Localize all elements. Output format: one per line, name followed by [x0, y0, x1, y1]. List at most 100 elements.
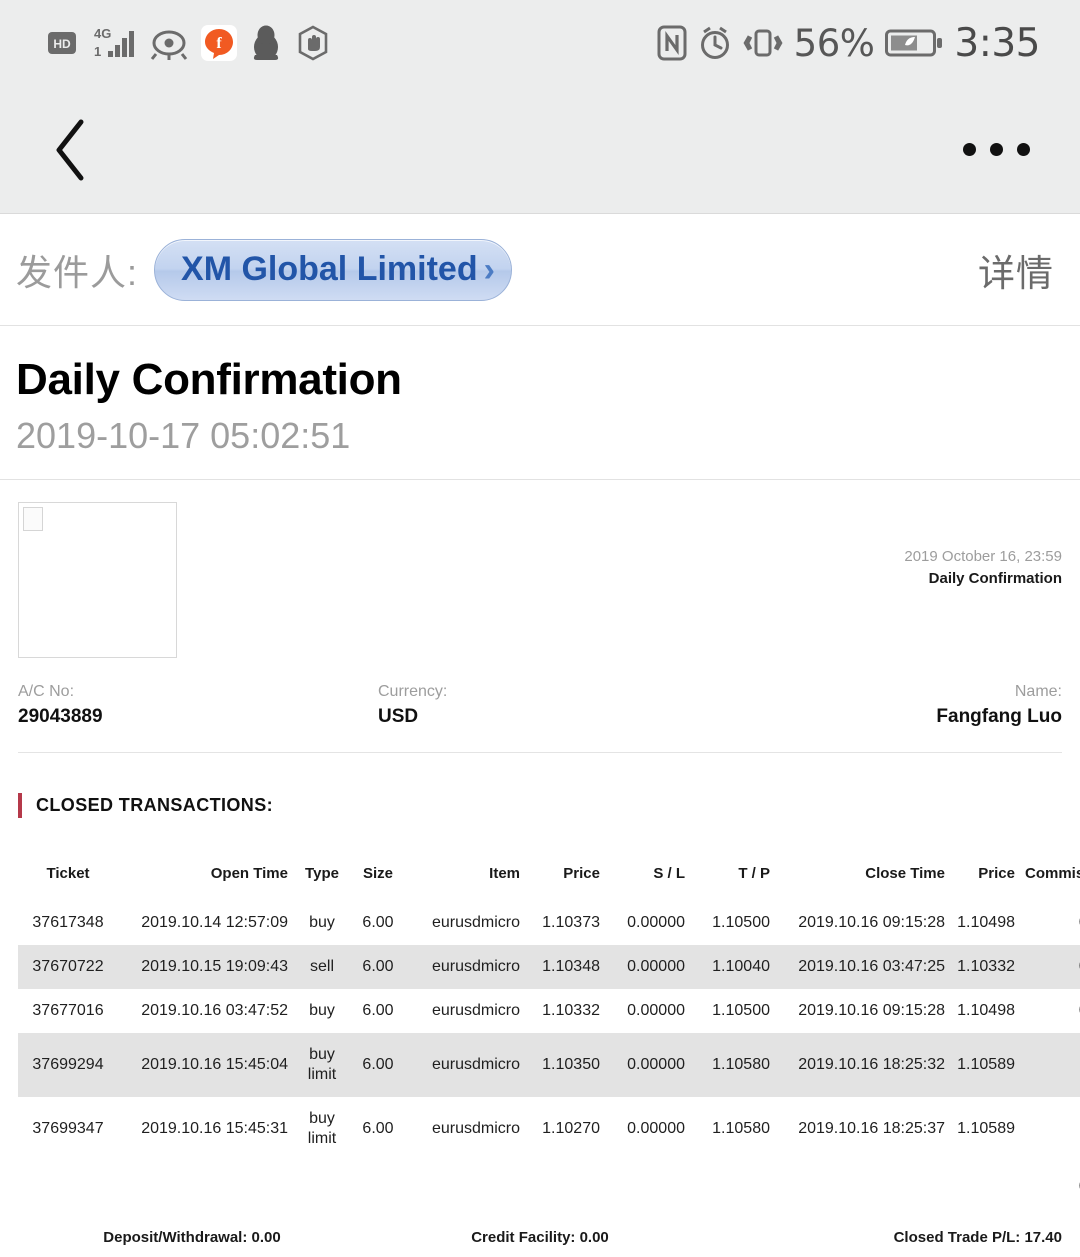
col-header-ticket: Ticket [46, 864, 90, 882]
svg-text:f: f [216, 35, 222, 52]
cell-item: eurusdmicro [431, 914, 520, 932]
cell-sl: 0.00000 [627, 1120, 685, 1138]
cell-type: buy limit [307, 1046, 337, 1084]
chevron-left-icon [56, 119, 84, 180]
more-options-button[interactable] [957, 129, 1036, 170]
qq-penguin-icon [250, 25, 282, 61]
broken-logo-image [18, 502, 177, 658]
cell-close-price: 1.10589 [957, 1120, 1015, 1138]
summary-credit-facility: Credit Facility: 0.00 [471, 1229, 609, 1247]
col-header-item: Item [489, 864, 520, 882]
totals-spacer-10 [950, 1161, 1020, 1207]
svg-text:4G: 4G [94, 26, 111, 41]
battery-saver-icon [885, 26, 943, 60]
totals-commission: 0.00 [1020, 1161, 1080, 1207]
totals-spacer-9 [775, 1161, 950, 1207]
broken-image-icon [23, 507, 43, 531]
table-header: Ticket Open Time Type Size Item Price S … [18, 838, 1080, 902]
totals-spacer-5 [405, 1161, 525, 1207]
currency-field: Currency: USD [0, 680, 720, 730]
cell-close-price: 1.10498 [957, 1002, 1015, 1020]
cell-ticket: 37670722 [32, 958, 104, 976]
table-row: 37699294 2019.10.16 15:45:04 buy limit 6… [18, 1033, 1080, 1098]
cell-close-price: 1.10332 [957, 958, 1015, 976]
mail-received-timestamp: 2019-10-17 05:02:51 [16, 415, 351, 456]
account-name-label: Name: [1014, 683, 1062, 700]
cell-commission [1020, 1097, 1080, 1161]
statement-body: 2019 October 16, 23:59 Daily Confirmatio… [0, 480, 1080, 1256]
status-bar-left-icons: HD 4G 1 f [46, 25, 331, 61]
cell-item: eurusdmicro [431, 1056, 520, 1074]
cell-sl: 0.00000 [627, 914, 685, 932]
app-nav-bar [0, 86, 1080, 214]
cell-close-time: 2019.10.16 18:25:37 [798, 1120, 945, 1138]
currency-label: Currency: [378, 683, 448, 700]
svg-text:1: 1 [94, 44, 101, 59]
cell-close-time: 2019.10.16 18:25:32 [798, 1056, 945, 1074]
totals-spacer-8 [690, 1161, 775, 1207]
cell-commission: 0.00 [1020, 989, 1080, 1033]
cell-type: buy [309, 914, 335, 932]
cell-commission [1020, 1033, 1080, 1097]
page-title: Daily Confirmation [16, 355, 402, 404]
cell-type: buy [309, 1002, 335, 1020]
status-bar-right-icons: 56% 3:35 [657, 21, 1040, 66]
col-header-size: Size [362, 864, 393, 882]
statement-meta: 2019 October 16, 23:59 Daily Confirmatio… [904, 546, 1062, 590]
col-header-commission: Commission [1025, 864, 1080, 882]
table-row: 37670722 2019.10.15 19:09:43 sell 6.00 e… [18, 945, 1080, 990]
cell-ticket: 37699294 [32, 1056, 104, 1074]
cell-sl: 0.00000 [627, 1056, 685, 1074]
cell-type: sell [309, 958, 334, 976]
more-dot-2 [990, 143, 1003, 156]
col-header-close-time: Close Time [865, 864, 945, 882]
col-header-tp: T / P [738, 864, 770, 882]
details-link[interactable]: 详情 [978, 243, 1054, 297]
status-bar-clock: 3:35 [954, 20, 1040, 66]
app-orange-icon: f [201, 25, 237, 61]
sender-name-label: XM Global Limited [181, 250, 478, 288]
totals-spacer-2 [118, 1161, 293, 1207]
totals-spacer-4 [351, 1161, 405, 1207]
cell-tp: 1.10500 [712, 914, 770, 932]
sender-bar: 发件人: XM Global Limited › 详情 [0, 214, 1080, 326]
sender-name-chip[interactable]: XM Global Limited › [154, 238, 512, 301]
status-bar: HD 4G 1 f 56% 3:35 [0, 0, 1080, 86]
table-header-row: Ticket Open Time Type Size Item Price S … [18, 838, 1080, 902]
cell-type: buy limit [307, 1110, 337, 1148]
nfc-icon [657, 25, 687, 61]
cell-price: 1.10270 [542, 1120, 600, 1138]
cell-size: 6.00 [362, 958, 394, 976]
cell-sl: 0.00000 [627, 1002, 685, 1020]
cell-close-price: 1.10589 [957, 1056, 1015, 1074]
hd-icon: HD [46, 27, 78, 59]
cell-item: eurusdmicro [431, 958, 520, 976]
cell-price: 1.10373 [542, 914, 600, 932]
cell-close-time: 2019.10.16 09:15:28 [798, 1002, 945, 1020]
alarm-clock-icon [698, 25, 732, 61]
col-header-sl: S / L [653, 864, 685, 882]
cell-close-time: 2019.10.16 09:15:28 [798, 914, 945, 932]
cell-price: 1.10332 [542, 1002, 600, 1020]
cell-tp: 1.10500 [712, 1002, 770, 1020]
do-not-disturb-hand-icon [295, 25, 331, 61]
cell-sl: 0.00000 [627, 958, 685, 976]
currency-value: USD [378, 706, 419, 727]
table-row: 37617348 2019.10.14 12:57:09 buy 6.00 eu… [18, 901, 1080, 945]
back-button[interactable] [40, 116, 102, 184]
cell-size: 6.00 [362, 1056, 394, 1074]
cell-item: eurusdmicro [431, 1002, 520, 1020]
cell-open-time: 2019.10.16 15:45:31 [141, 1120, 288, 1138]
table-row: 37699347 2019.10.16 15:45:31 buy limit 6… [18, 1097, 1080, 1161]
cell-tp: 1.10580 [712, 1056, 770, 1074]
totals-spacer-6 [525, 1161, 605, 1207]
cell-ticket: 37699347 [32, 1120, 104, 1138]
closed-transactions-heading: CLOSED TRANSACTIONS: [18, 792, 1062, 818]
cell-open-time: 2019.10.16 03:47:52 [141, 1002, 288, 1020]
cell-ticket: 37677016 [32, 1002, 104, 1020]
battery-percent-label: 56% [793, 21, 875, 65]
account-info-row: A/C No: 29043889 Currency: USD Name: Fan… [18, 680, 1062, 753]
cell-size: 6.00 [362, 914, 394, 932]
cell-commission: 0.00 [1020, 945, 1080, 989]
col-header-price: Price [563, 864, 600, 882]
